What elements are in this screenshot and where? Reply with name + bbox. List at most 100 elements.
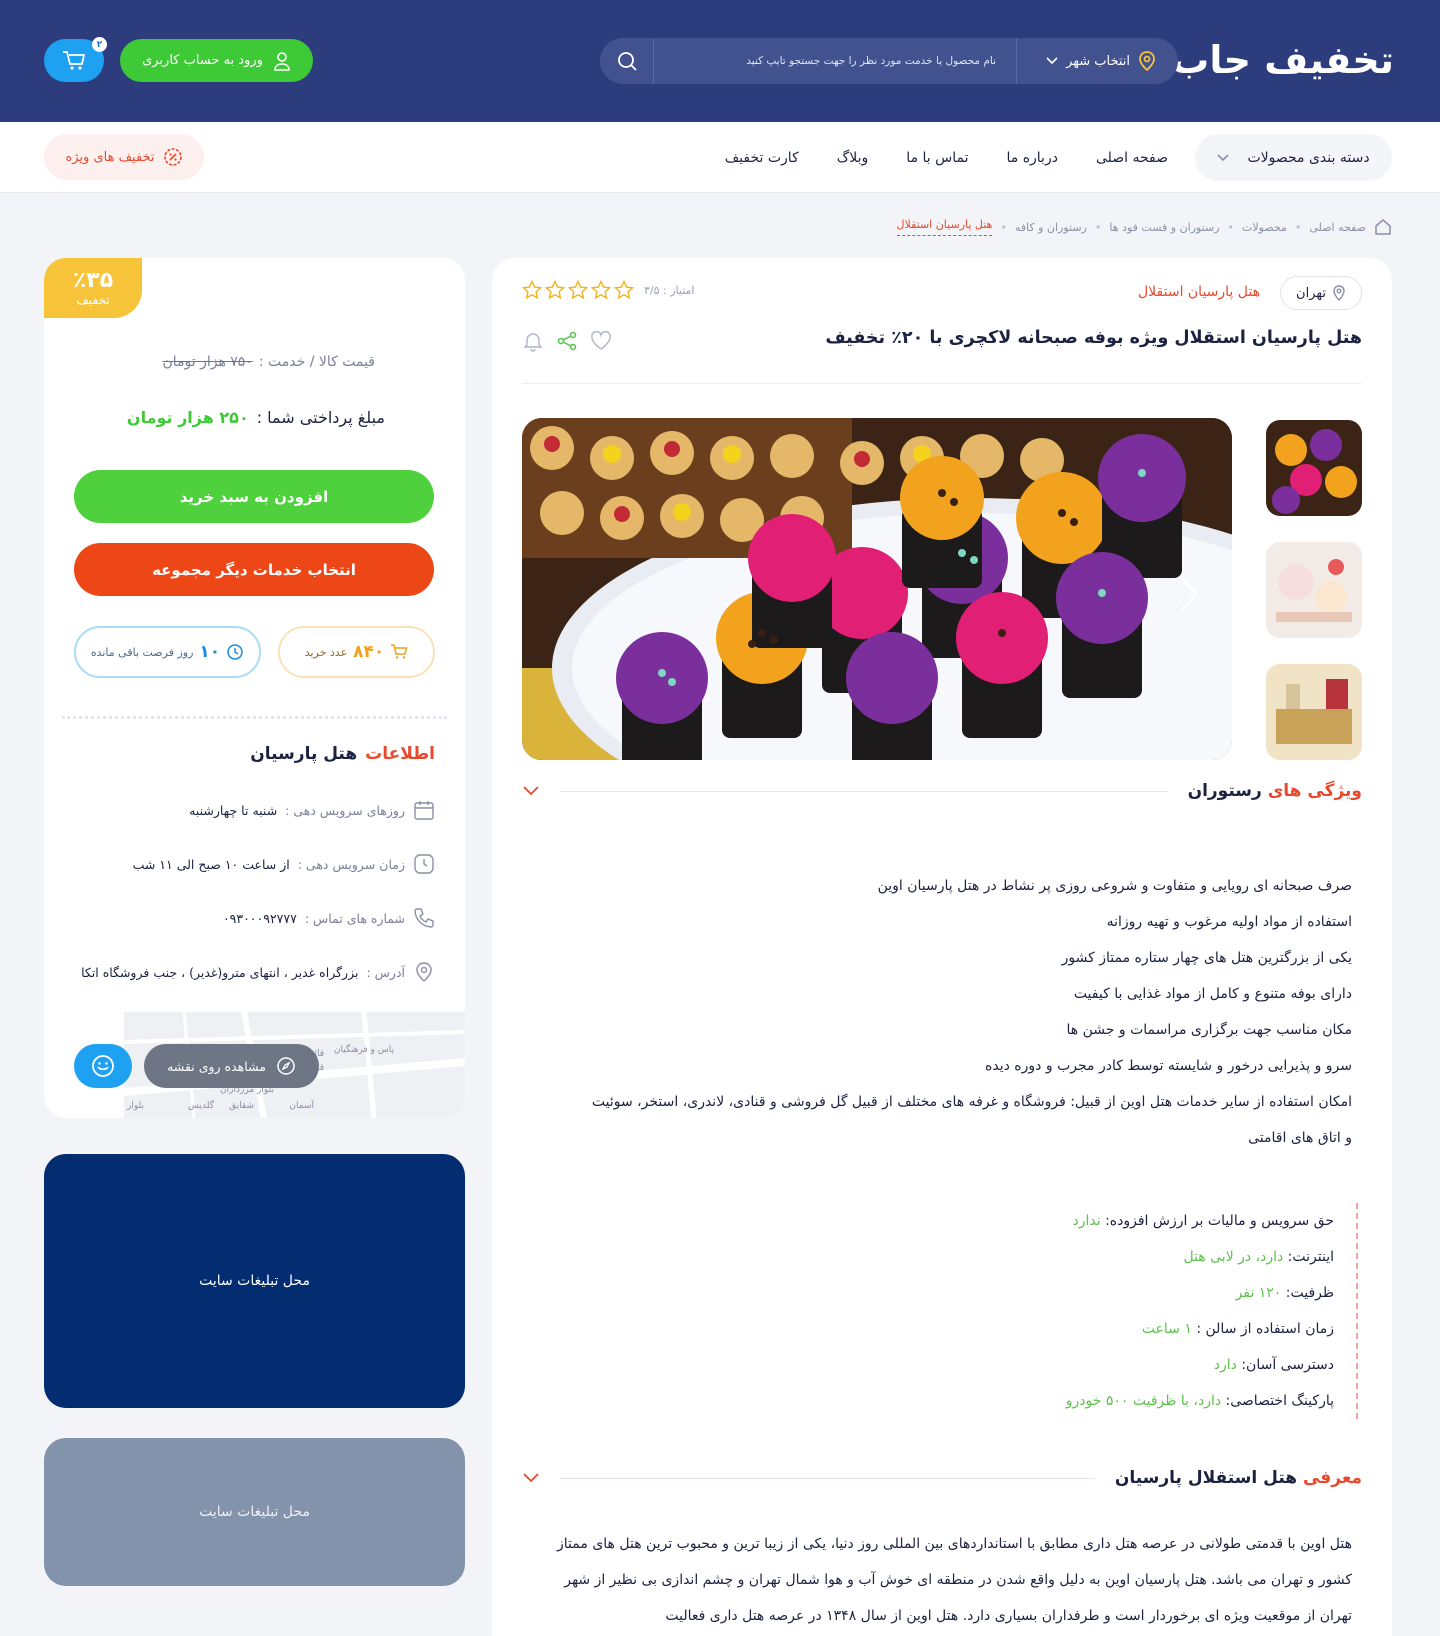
breadcrumb-current: هتل پارسیان استقلال	[896, 218, 993, 236]
star-icon[interactable]	[522, 280, 542, 300]
breadcrumb-home[interactable]: صفحه اصلی	[1309, 221, 1366, 234]
nav-home[interactable]: صفحه اصلی	[1096, 150, 1168, 166]
spec-label: دسترسی آسان:	[1241, 1357, 1334, 1373]
sold-label: عدد خرید	[304, 645, 348, 659]
chevron-down-icon	[1046, 57, 1058, 65]
top-header: تخفیف جاب انتخاب شهر نام محصول یا خدمت م…	[0, 0, 1440, 122]
product-title: هتل پارسیان استقلال ویژه بوفه صبحانه لاک…	[825, 328, 1362, 348]
star-icon[interactable]	[591, 280, 611, 300]
select-other-services-button[interactable]: انتخاب خدمات دیگر مجموعه	[74, 543, 434, 596]
main-nav: دسته بندی محصولات صفحه اصلی درباره ما تم…	[0, 122, 1440, 193]
thumbnail-3[interactable]	[1266, 664, 1362, 760]
chevron-down-icon[interactable]	[522, 1472, 540, 1484]
hotel-link[interactable]: هتل پارسیان استقلال	[1138, 284, 1260, 300]
site-logo[interactable]: تخفیف جاب	[1171, 38, 1395, 82]
service-time-key: زمان سرویس دهی :	[297, 856, 405, 872]
payable-price-row: مبلغ پرداختی شما : ۲۵۰ هزار تومان	[127, 408, 385, 427]
star-icon[interactable]	[568, 280, 588, 300]
nav-contact[interactable]: تماس با ما	[906, 150, 968, 166]
info-phone: شماره های تماس : ۰۹۳۰۰۰۹۲۷۷۷	[64, 906, 435, 930]
login-label: ورود به حساب کاربری	[142, 53, 263, 68]
thumbnail-1[interactable]	[1266, 420, 1362, 516]
add-to-cart-button[interactable]: افزودن به سبد خرید	[74, 470, 434, 523]
intro-text: هتل اوین با قدمتی طولانی در عرصه هتل دار…	[557, 1536, 1352, 1624]
list-item: سرو و پذیرایی درخور و شایسته توسط کادر م…	[985, 1058, 1352, 1074]
rating-stars[interactable]	[522, 280, 634, 300]
product-actions	[522, 330, 612, 352]
purchase-card: ٪۳۵ تخفیف قیمت کالا / خدمت : ۷۵۰ هزار تو…	[44, 258, 465, 1118]
city-selector[interactable]: انتخاب شهر	[1016, 38, 1178, 84]
spec-label: ظرفیت:	[1285, 1285, 1334, 1301]
ad-banner-1[interactable]: محل تبلیغات سایت	[44, 1154, 465, 1408]
ad-banner-2[interactable]: محل تبلیغات سایت	[44, 1438, 465, 1586]
discount-percent: ٪۳۵	[72, 268, 114, 293]
map-label: گلدیس	[188, 1099, 215, 1111]
new-price: ۲۵۰ هزار تومان	[126, 408, 249, 427]
section-line	[560, 790, 1168, 792]
city-pill[interactable]: تهران	[1280, 276, 1362, 310]
info-service-days: روزهای سرویس دهی : شنبه تا چهارشنبه	[64, 798, 435, 822]
intro-title: معرفی هتل استقلال پارسیان	[1115, 1468, 1362, 1488]
service-time-value: از ساعت ۱۰ صبح الی ۱۱ شب	[132, 856, 290, 872]
nav-discount-card[interactable]: کارت تخفیف	[725, 150, 799, 166]
bell-icon[interactable]	[522, 330, 544, 352]
cart-button[interactable]: ۲	[44, 37, 107, 82]
search-input[interactable]: نام محصول یا خدمت مورد نظر را جهت جستجو …	[656, 38, 996, 84]
intro-section-header[interactable]: معرفی هتل استقلال پارسیان	[522, 1463, 1362, 1493]
breadcrumb-separator: •	[1094, 220, 1102, 234]
nav-blog[interactable]: وبلاگ	[837, 150, 869, 166]
features-title-highlight: ویژگی های	[1267, 781, 1362, 801]
spec-value: دارد، در لابی هتل	[1183, 1249, 1284, 1265]
location-pin-icon	[413, 961, 435, 983]
percent-badge-icon	[163, 147, 183, 167]
service-days-key: روزهای سرویس دهی :	[285, 802, 405, 818]
search-icon[interactable]	[600, 38, 654, 84]
product-main-image[interactable]	[522, 418, 1232, 760]
map-button-label: مشاهده روی نقشه	[167, 1058, 266, 1074]
spec-label: حق سرویس و مالیات بر ارزش افزوده:	[1105, 1213, 1334, 1229]
heart-icon[interactable]	[590, 330, 612, 352]
spec-value: دارد، با ظرفیت ۵۰۰ خودرو	[1065, 1393, 1222, 1409]
features-title-rest: رستوران	[1187, 781, 1262, 801]
intro-title-rest: هتل استقلال پارسیان	[1114, 1468, 1298, 1488]
info-title-highlight: اطلاعات	[365, 744, 435, 764]
rating: امتیاز : ۳/۵	[522, 280, 694, 300]
special-discounts-button[interactable]: تخفیف های ویژه	[44, 134, 204, 180]
pay-label: مبلغ پرداختی شما :	[256, 408, 385, 427]
clock-icon	[226, 643, 244, 661]
spec-label: اینترنت:	[1287, 1249, 1334, 1265]
features-section-header[interactable]: ویژگی های رستوران	[522, 776, 1362, 806]
discount-badge: ٪۳۵ تخفیف	[44, 258, 142, 318]
spec-row: پارکینگ اختصاصی: دارد، با ظرفیت ۵۰۰ خودر…	[1066, 1383, 1334, 1419]
location-pin-icon	[1332, 285, 1346, 301]
home-icon[interactable]	[1374, 218, 1392, 236]
share-icon[interactable]	[556, 330, 578, 352]
login-button[interactable]: ورود به حساب کاربری	[120, 39, 313, 82]
view-on-map-button[interactable]: مشاهده روی نقشه	[144, 1044, 319, 1088]
list-item: صرف صبحانه ای رویایی و متفاوت و شروعی رو…	[877, 878, 1352, 894]
star-icon[interactable]	[614, 280, 634, 300]
categories-dropdown[interactable]: دسته بندی محصولات	[1195, 134, 1392, 181]
phone-value[interactable]: ۰۹۳۰۰۰۹۲۷۷۷	[223, 911, 297, 926]
nav-about[interactable]: درباره ما	[1006, 150, 1057, 166]
service-days-value: شنبه تا چهارشنبه	[189, 802, 278, 818]
spec-value: ۱ ساعت	[1141, 1321, 1192, 1337]
breadcrumb-cafe[interactable]: رستوران و کافه	[1015, 221, 1087, 234]
spec-value: دارد	[1213, 1357, 1237, 1373]
breadcrumb-restaurants[interactable]: رستوران و فست فود ها	[1109, 221, 1219, 234]
spec-row: حق سرویس و مالیات بر ارزش افزوده: ندارد	[1066, 1203, 1334, 1239]
spec-label: زمان استفاده از سالن :	[1196, 1321, 1334, 1337]
info-title: اطلاعات هتل پارسیان	[250, 744, 435, 764]
search-bar[interactable]: انتخاب شهر نام محصول یا خدمت مورد نظر را…	[600, 38, 1178, 84]
rating-label: امتیاز : ۳/۵	[644, 283, 695, 297]
location-pin-icon	[1138, 51, 1156, 71]
list-item: یکی از بزرگترین هتل های چهار ستاره ممتاز…	[1061, 950, 1352, 966]
star-icon[interactable]	[545, 280, 565, 300]
categories-label: دسته بندی محصولات	[1247, 149, 1370, 166]
chevron-down-icon[interactable]	[522, 785, 540, 797]
thumbnail-2[interactable]	[1266, 542, 1362, 638]
breadcrumb-products[interactable]: محصولات	[1242, 221, 1287, 234]
info-service-time: زمان سرویس دهی : از ساعت ۱۰ صبح الی ۱۱ ش…	[64, 852, 435, 876]
special-label: تخفیف های ویژه	[65, 149, 155, 165]
chat-button[interactable]	[74, 1044, 132, 1088]
